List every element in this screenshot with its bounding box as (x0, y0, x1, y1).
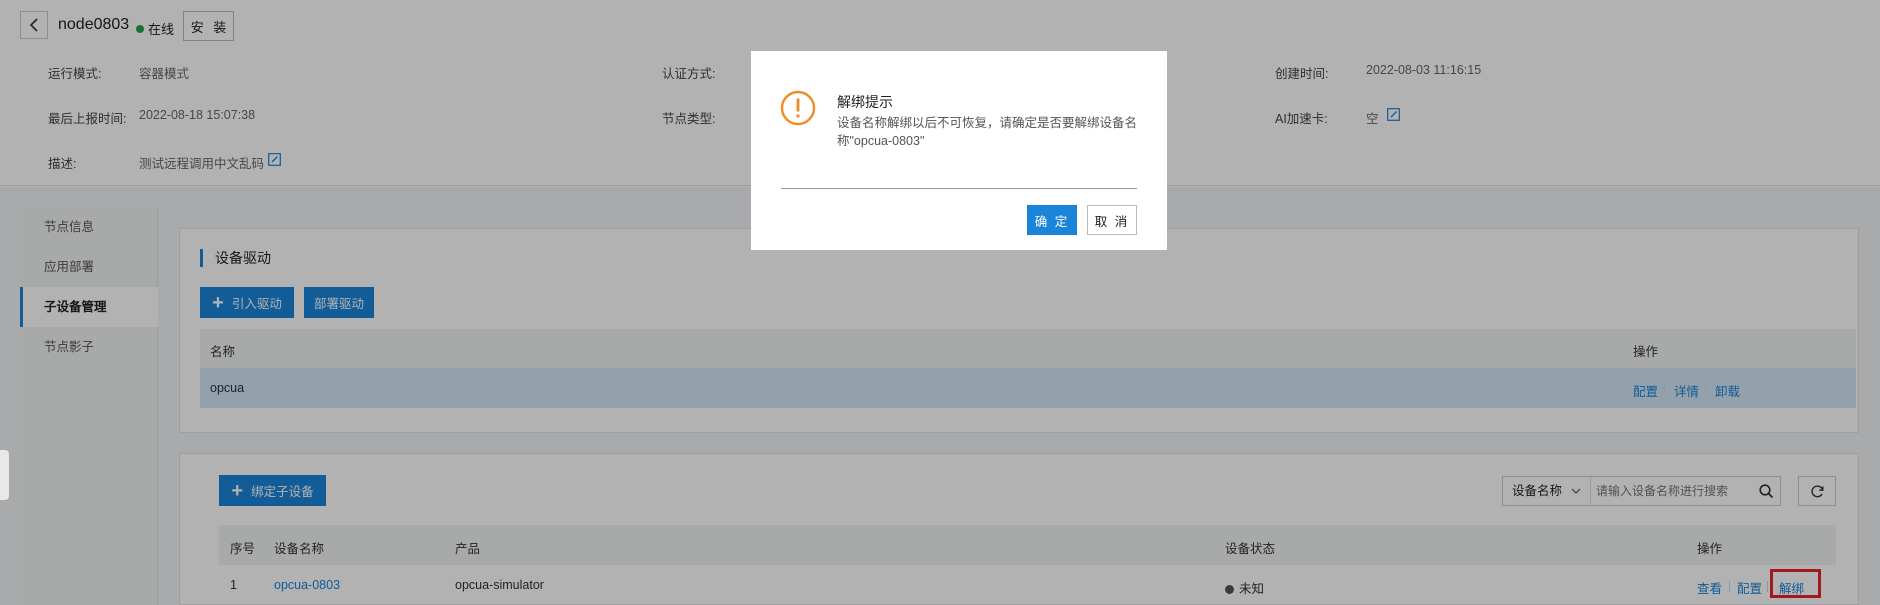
sidebar-collapse-handle[interactable] (0, 450, 9, 500)
dialog-divider (781, 188, 1137, 189)
unbind-confirm-dialog: 解绑提示 设备名称解绑以后不可恢复，请确定是否要解绑设备名称"opcua-080… (751, 51, 1167, 250)
dialog-title: 解绑提示 (837, 94, 893, 110)
dialog-message: 设备名称解绑以后不可恢复，请确定是否要解绑设备名称"opcua-0803" (837, 116, 1138, 148)
warning-icon (780, 90, 816, 126)
cancel-button[interactable]: 取 消 (1087, 205, 1137, 235)
confirm-button[interactable]: 确 定 (1027, 205, 1077, 235)
